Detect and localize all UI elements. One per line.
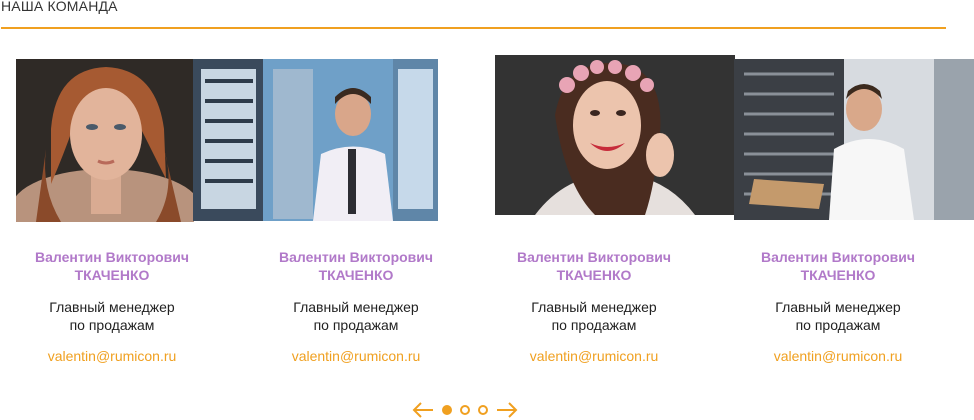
member-role-line1: Главный менеджер [293, 299, 419, 315]
team-member-card-2: Валентин Викторович ТКАЧЕНКО Главный мен… [246, 248, 466, 365]
member-role-line1: Главный менеджер [49, 299, 175, 315]
member-first-name: Валентин Викторович [278, 249, 434, 265]
member-role-line1: Главный менеджер [531, 299, 657, 315]
member-role-line2: по продажам [795, 317, 881, 333]
pager-dot-3[interactable] [478, 405, 488, 415]
carousel-pager [412, 400, 524, 420]
member-first-name: Валентин Викторович [516, 249, 672, 265]
member-email-link[interactable]: valentin@rumicon.ru [728, 347, 948, 365]
member-role-line2: по продажам [313, 317, 399, 333]
team-photo-3 [495, 55, 735, 215]
member-last-name: ТКАЧЕНКО [74, 267, 150, 283]
pager-dot-2[interactable] [460, 405, 470, 415]
member-role-line1: Главный менеджер [775, 299, 901, 315]
member-last-name: ТКАЧЕНКО [800, 267, 876, 283]
member-first-name: Валентин Викторович [760, 249, 916, 265]
title-divider [1, 27, 946, 29]
team-photo-2 [193, 59, 438, 221]
section-title: НАША КОМАНДА [1, 0, 118, 14]
member-last-name: ТКАЧЕНКО [556, 267, 632, 283]
team-photo-4 [734, 59, 974, 220]
member-role-line2: по продажам [69, 317, 155, 333]
member-email-link[interactable]: valentin@rumicon.ru [484, 347, 704, 365]
team-photo-1 [16, 59, 194, 222]
team-member-card-1: Валентин Викторович ТКАЧЕНКО Главный мен… [2, 248, 222, 365]
team-member-card-3: Валентин Викторович ТКАЧЕНКО Главный мен… [484, 248, 704, 365]
member-first-name: Валентин Викторович [34, 249, 190, 265]
team-member-card-4: Валентин Викторович ТКАЧЕНКО Главный мен… [728, 248, 948, 365]
member-email-link[interactable]: valentin@rumicon.ru [246, 347, 466, 365]
pager-dot-1[interactable] [442, 405, 452, 415]
member-email-link[interactable]: valentin@rumicon.ru [2, 347, 222, 365]
member-last-name: ТКАЧЕНКО [318, 267, 394, 283]
member-role-line2: по продажам [551, 317, 637, 333]
